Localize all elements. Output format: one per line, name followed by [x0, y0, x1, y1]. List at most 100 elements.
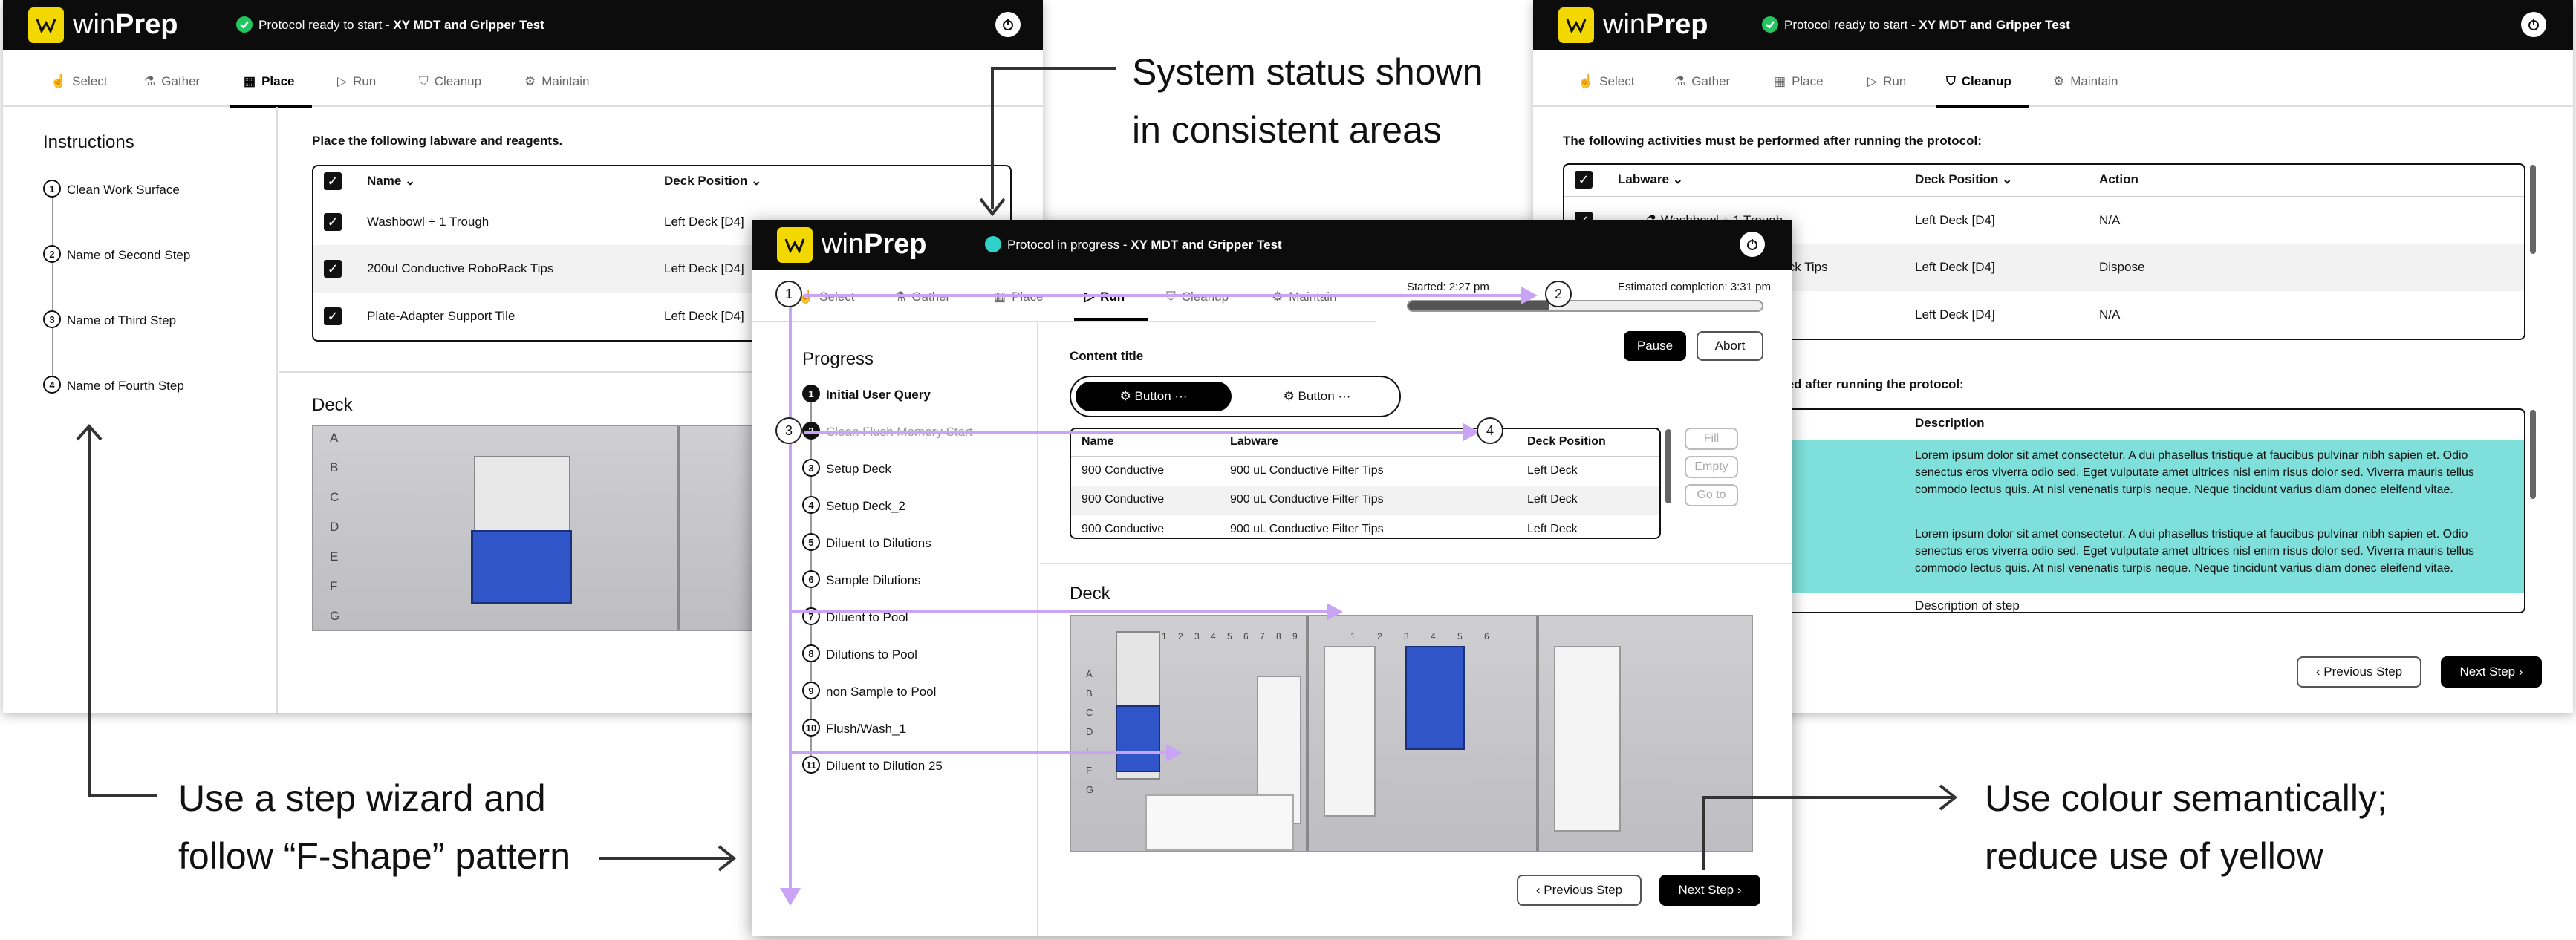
row-checkbox[interactable]: ✓ [324, 260, 342, 278]
segment-button-active[interactable]: ⚙ Button ··· [1076, 382, 1232, 411]
progress-title: Progress [802, 349, 874, 369]
col-labware-header[interactable]: Labware ⌄ [1618, 172, 1683, 187]
col-position-header[interactable]: Deck Position ⌄ [1915, 172, 2012, 187]
row-checkbox[interactable]: ✓ [324, 307, 342, 325]
gather-icon: ⚗ [894, 290, 905, 304]
status-ready-icon [1762, 16, 1778, 33]
logo-text: winPrep [1603, 9, 1708, 41]
tab-run[interactable]: ▷ Run [337, 74, 376, 89]
next-step-button[interactable]: Next Step › [1659, 875, 1760, 906]
table-row[interactable]: 900 Conductive 900 uL Conductive Filter … [1071, 486, 1659, 515]
scrollbar[interactable] [2530, 410, 2536, 499]
step-number: 5 [802, 533, 820, 551]
col-position-header[interactable]: Deck Position ⌄ [664, 174, 761, 189]
gather-icon: ⚗ [1674, 74, 1686, 88]
gripper-arm [1145, 794, 1294, 851]
tab-place[interactable]: ▦ Place [244, 74, 295, 89]
col-labware-header: Labware [1230, 435, 1278, 448]
abort-button[interactable]: Abort [1697, 331, 1763, 361]
tab-place[interactable]: ▦ Place [1774, 74, 1824, 89]
tab-maintain[interactable]: ⚙ Maintain [524, 74, 590, 89]
tab-label: Maintain [2070, 74, 2118, 88]
tab-select[interactable]: ☝Select [1578, 74, 1634, 89]
row-name: 900 Conductive [1082, 523, 1165, 535]
tab-run[interactable]: ▷ Run [1867, 74, 1906, 89]
select-all-checkbox[interactable]: ✓ [1575, 171, 1593, 189]
step-label: Name of Third Step [67, 313, 177, 327]
power-icon[interactable] [1740, 232, 1765, 257]
place-icon: ▦ [244, 74, 256, 88]
button-label: Next Step [2459, 665, 2516, 679]
row-position: Left Deck [D4] [1915, 213, 1995, 227]
row-checkbox[interactable]: ✓ [324, 213, 342, 231]
gear-icon: ⚙ [1283, 389, 1298, 403]
tab-run[interactable]: ▷ Run [1084, 290, 1125, 304]
status-protocol: XY MDT and Gripper Test [1919, 18, 2070, 32]
deck-divider [677, 426, 680, 630]
deck-view: A B C D E F G [312, 425, 758, 631]
tab-cleanup[interactable]: ⛉ Cleanup [419, 74, 481, 89]
tab-place[interactable]: ▦ Place [994, 290, 1044, 304]
col-action-header: Action [2099, 172, 2138, 186]
scrollbar[interactable] [2530, 165, 2536, 254]
step-number: 10 [802, 719, 820, 737]
tip-rack-labware [1116, 705, 1160, 772]
step-number: 8 [802, 644, 820, 662]
goto-button[interactable]: Go to [1685, 484, 1738, 506]
table-row[interactable]: 900 Conductive 900 uL Conductive Filter … [1071, 515, 1659, 538]
tab-maintain[interactable]: ⚙ Maintain [1272, 290, 1337, 304]
empty-button[interactable]: Empty [1685, 456, 1738, 478]
power-icon[interactable] [995, 12, 1021, 37]
header-text: Deck Position [664, 174, 748, 188]
logo-text: winPrep [822, 229, 927, 261]
logo-suffix: Prep [115, 9, 178, 40]
previous-step-button[interactable]: ‹ Previous Step [1517, 875, 1642, 906]
scrollbar[interactable] [1665, 429, 1671, 503]
row-name: Plate-Adapter Support Tile [367, 309, 515, 323]
next-step-button[interactable]: Next Step › [2441, 656, 2542, 688]
select-all-checkbox[interactable]: ✓ [324, 172, 342, 190]
previous-step-button[interactable]: ‹ Previous Step [2297, 656, 2421, 688]
fill-button[interactable]: Fill [1685, 428, 1738, 450]
tab-label: Gather [911, 290, 950, 304]
tab-label: Gather [161, 74, 201, 88]
tab-cleanup[interactable]: ⛉ Cleanup [1166, 290, 1229, 304]
power-icon[interactable] [2521, 12, 2546, 37]
progress-sidebar: Progress 1 Initial User Query 2 Clean Fl… [752, 322, 1038, 936]
step-number: 11 [802, 756, 820, 774]
tab-gather[interactable]: ⚗ Gather [894, 290, 950, 304]
tab-select[interactable]: ☝Select [798, 290, 854, 304]
table-row[interactable]: 900 Conductive 900 uL Conductive Filter … [1071, 456, 1659, 486]
deck-col-label: 4 [1431, 631, 1436, 642]
cleanup-heading: The following activities must be perform… [1563, 134, 1982, 148]
tab-select[interactable]: ☝Select [51, 74, 107, 89]
annotation-status-arrow [979, 67, 1116, 217]
status-prefix: Protocol ready to start - [258, 18, 394, 32]
tab-gather[interactable]: ⚗ Gather [1674, 74, 1730, 89]
deck-row-label: B [330, 460, 339, 474]
deck-col-label: 5 [1227, 631, 1232, 642]
f-marker-3: 3 [775, 417, 802, 444]
logo-suffix: Prep [864, 229, 927, 260]
segment-button[interactable]: ⚙ Button ··· [1239, 382, 1395, 411]
chevron-left-icon: ‹ [1535, 883, 1544, 897]
section-divider [1040, 563, 1792, 564]
tab-gather[interactable]: ⚗ Gather [144, 74, 200, 89]
title-bar: winPrep Protocol ready to start - XY MDT… [3, 0, 1043, 50]
deck-col-label: 9 [1292, 631, 1298, 642]
play-icon: ▷ [1084, 290, 1094, 304]
deck-row-label: F [330, 579, 338, 593]
cleanup-icon: ⛉ [1946, 74, 1956, 88]
place-icon: ▦ [994, 290, 1006, 304]
step-label: Name of Fourth Step [67, 379, 184, 393]
deck-row-label: G [330, 609, 340, 623]
tab-maintain[interactable]: ⚙ Maintain [2053, 74, 2118, 89]
run-table: Name Labware Deck Position 900 Conductiv… [1070, 428, 1661, 539]
status-progress-icon [985, 236, 1001, 252]
tab-label: Maintain [1289, 290, 1336, 304]
col-name-header[interactable]: Name ⌄ [367, 174, 415, 189]
tab-cleanup[interactable]: ⛉ Cleanup [1946, 74, 2011, 89]
content-title: Content title [1070, 349, 1144, 363]
pause-button[interactable]: Pause [1624, 331, 1686, 361]
row-labware: 900 uL Conductive Filter Tips [1230, 493, 1384, 506]
